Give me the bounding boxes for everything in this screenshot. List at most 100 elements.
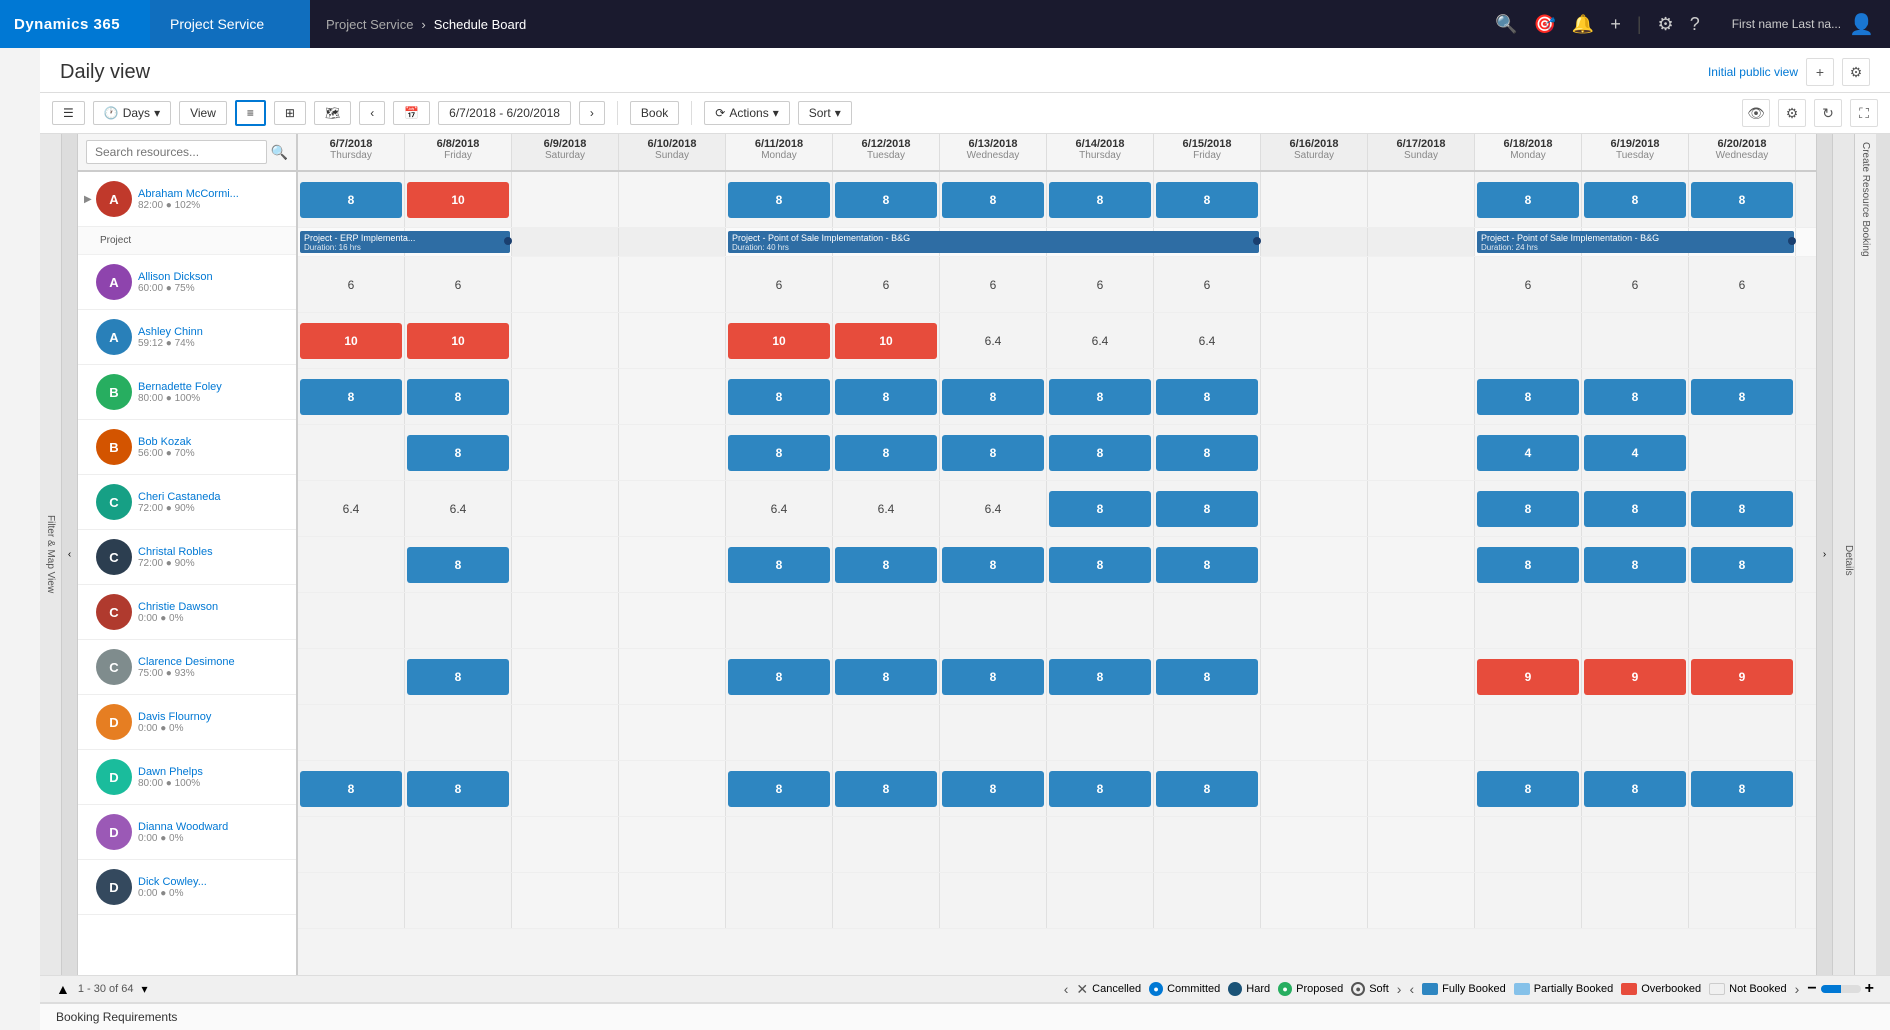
booking-block[interactable]: 8	[1584, 379, 1686, 415]
booking-block[interactable]: 8	[942, 435, 1044, 471]
booking-block[interactable]: 8	[728, 182, 830, 218]
user-menu[interactable]: First name Last na... 👤	[1716, 12, 1890, 37]
expand-icon[interactable]: ⛶	[1850, 99, 1878, 127]
expand-icon[interactable]: ▶	[84, 194, 94, 205]
collapse-left-button[interactable]: ‹	[62, 134, 78, 975]
eye-icon[interactable]: 👁	[1742, 99, 1770, 127]
resource-row[interactable]: C Clarence Desimone 75:00 ● 93%	[78, 640, 296, 695]
booking-block[interactable]: 8	[1156, 379, 1258, 415]
booking-block[interactable]: 8	[728, 379, 830, 415]
sort-button[interactable]: Sort ▾	[798, 101, 852, 125]
booking-block[interactable]: 8	[407, 659, 509, 695]
booking-block[interactable]: 8	[1584, 491, 1686, 527]
book-button[interactable]: Book	[630, 101, 679, 125]
booking-block[interactable]: 8	[1049, 379, 1151, 415]
create-resource-booking-panel[interactable]: Create Resource Booking	[1854, 134, 1876, 975]
resource-row[interactable]: C Cheri Castaneda 72:00 ● 90%	[78, 475, 296, 530]
booking-block[interactable]: 8	[300, 182, 402, 218]
booking-block[interactable]: 8	[728, 435, 830, 471]
grid-view-button[interactable]: ⊞	[274, 101, 306, 125]
booking-block[interactable]: 8	[1049, 547, 1151, 583]
zoom-in-button[interactable]: +	[1865, 980, 1874, 998]
vertical-scrollbar[interactable]	[1876, 134, 1890, 975]
search-button[interactable]: 🔍	[271, 144, 288, 161]
booking-block[interactable]: 8	[300, 379, 402, 415]
booking-block[interactable]: 8	[728, 547, 830, 583]
next-date-button[interactable]: ›	[579, 101, 605, 125]
collapse-right-button[interactable]: ›	[1816, 134, 1832, 975]
resource-row[interactable]: A Allison Dickson 60:00 ● 75%	[78, 255, 296, 310]
days-button[interactable]: 🕐 Days ▾	[93, 101, 171, 125]
booking-block[interactable]: 10	[407, 182, 509, 218]
booking-block[interactable]: 8	[1584, 182, 1686, 218]
project-bar[interactable]: Project - Point of Sale Implementation -…	[728, 231, 1259, 253]
booking-block[interactable]: 8	[1049, 435, 1151, 471]
booking-block[interactable]: 9	[1691, 659, 1793, 695]
booking-block[interactable]: 8	[1691, 491, 1793, 527]
actions-button[interactable]: ⟳ Actions ▾	[704, 101, 789, 125]
menu-button[interactable]: ☰	[52, 101, 85, 125]
plus-icon[interactable]: +	[1610, 14, 1621, 35]
booking-block[interactable]: 8	[835, 547, 937, 583]
project-bar[interactable]: Project - Point of Sale Implementation -…	[1477, 231, 1794, 253]
legend-next-button[interactable]: ›	[1397, 981, 1402, 997]
booking-block[interactable]: 8	[728, 659, 830, 695]
details-panel[interactable]: Details	[1832, 134, 1854, 975]
header-settings-button[interactable]: ⚙	[1842, 58, 1870, 86]
resource-row[interactable]: D Dianna Woodward 0:00 ● 0%	[78, 805, 296, 860]
booking-block[interactable]: 8	[1156, 659, 1258, 695]
bell-icon[interactable]: 🔔	[1572, 14, 1594, 35]
resource-row[interactable]: B Bernadette Foley 80:00 ● 100%	[78, 365, 296, 420]
search-input[interactable]	[86, 140, 267, 164]
legend-nav-prev2[interactable]: ‹	[1409, 981, 1414, 997]
booking-block[interactable]: 8	[407, 547, 509, 583]
app-name[interactable]: Project Service	[150, 0, 310, 48]
booking-block[interactable]: 8	[1691, 547, 1793, 583]
target-icon[interactable]: 🎯	[1534, 14, 1556, 35]
legend-next2-button[interactable]: ›	[1795, 981, 1800, 997]
booking-block[interactable]: 8	[1477, 379, 1579, 415]
booking-block[interactable]: 4	[1584, 435, 1686, 471]
resource-row[interactable]: D Dawn Phelps 80:00 ● 100%	[78, 750, 296, 805]
help-icon[interactable]: ?	[1690, 14, 1700, 35]
booking-block[interactable]: 10	[407, 323, 509, 359]
booking-block[interactable]: 8	[1477, 182, 1579, 218]
booking-block[interactable]: 8	[728, 771, 830, 807]
booking-block[interactable]: 8	[1156, 435, 1258, 471]
booking-block[interactable]: 8	[1156, 771, 1258, 807]
map-view-button[interactable]: 🗺	[314, 101, 351, 125]
legend-prev-button[interactable]: ‹	[1064, 981, 1069, 997]
booking-block[interactable]: 8	[1049, 771, 1151, 807]
booking-block[interactable]: 8	[407, 771, 509, 807]
booking-block[interactable]: 8	[1477, 491, 1579, 527]
booking-block[interactable]: 8	[942, 547, 1044, 583]
booking-block[interactable]: 8	[1584, 771, 1686, 807]
calendar-icon-button[interactable]: 📅	[393, 101, 430, 125]
resource-row[interactable]: D Dick Cowley... 0:00 ● 0%	[78, 860, 296, 915]
booking-block[interactable]: 8	[1049, 659, 1151, 695]
dynamics365-logo[interactable]: Dynamics 365	[0, 0, 150, 48]
booking-block[interactable]: 8	[407, 435, 509, 471]
booking-block[interactable]: 8	[1584, 547, 1686, 583]
booking-block[interactable]: 8	[1156, 182, 1258, 218]
booking-block[interactable]: 8	[1691, 379, 1793, 415]
booking-block[interactable]: 8	[1156, 491, 1258, 527]
booking-block[interactable]: 8	[942, 379, 1044, 415]
booking-block[interactable]: 10	[835, 323, 937, 359]
booking-block[interactable]: 8	[1049, 182, 1151, 218]
booking-block[interactable]: 4	[1477, 435, 1579, 471]
settings-icon[interactable]: ⚙	[1658, 14, 1674, 35]
booking-block[interactable]: 8	[942, 182, 1044, 218]
booking-block[interactable]: 8	[835, 435, 937, 471]
zoom-slider[interactable]	[1821, 985, 1861, 993]
booking-block[interactable]: 9	[1477, 659, 1579, 695]
booking-block[interactable]: 8	[300, 771, 402, 807]
resource-row[interactable]: B Bob Kozak 56:00 ● 70%	[78, 420, 296, 475]
list-view-button[interactable]: ≡	[235, 100, 266, 126]
booking-block[interactable]: 10	[728, 323, 830, 359]
settings-icon2[interactable]: ⚙	[1778, 99, 1806, 127]
booking-block[interactable]: 8	[407, 379, 509, 415]
initial-public-view[interactable]: Initial public view	[1708, 65, 1798, 79]
booking-block[interactable]: 8	[835, 771, 937, 807]
view-button[interactable]: View	[179, 101, 227, 125]
